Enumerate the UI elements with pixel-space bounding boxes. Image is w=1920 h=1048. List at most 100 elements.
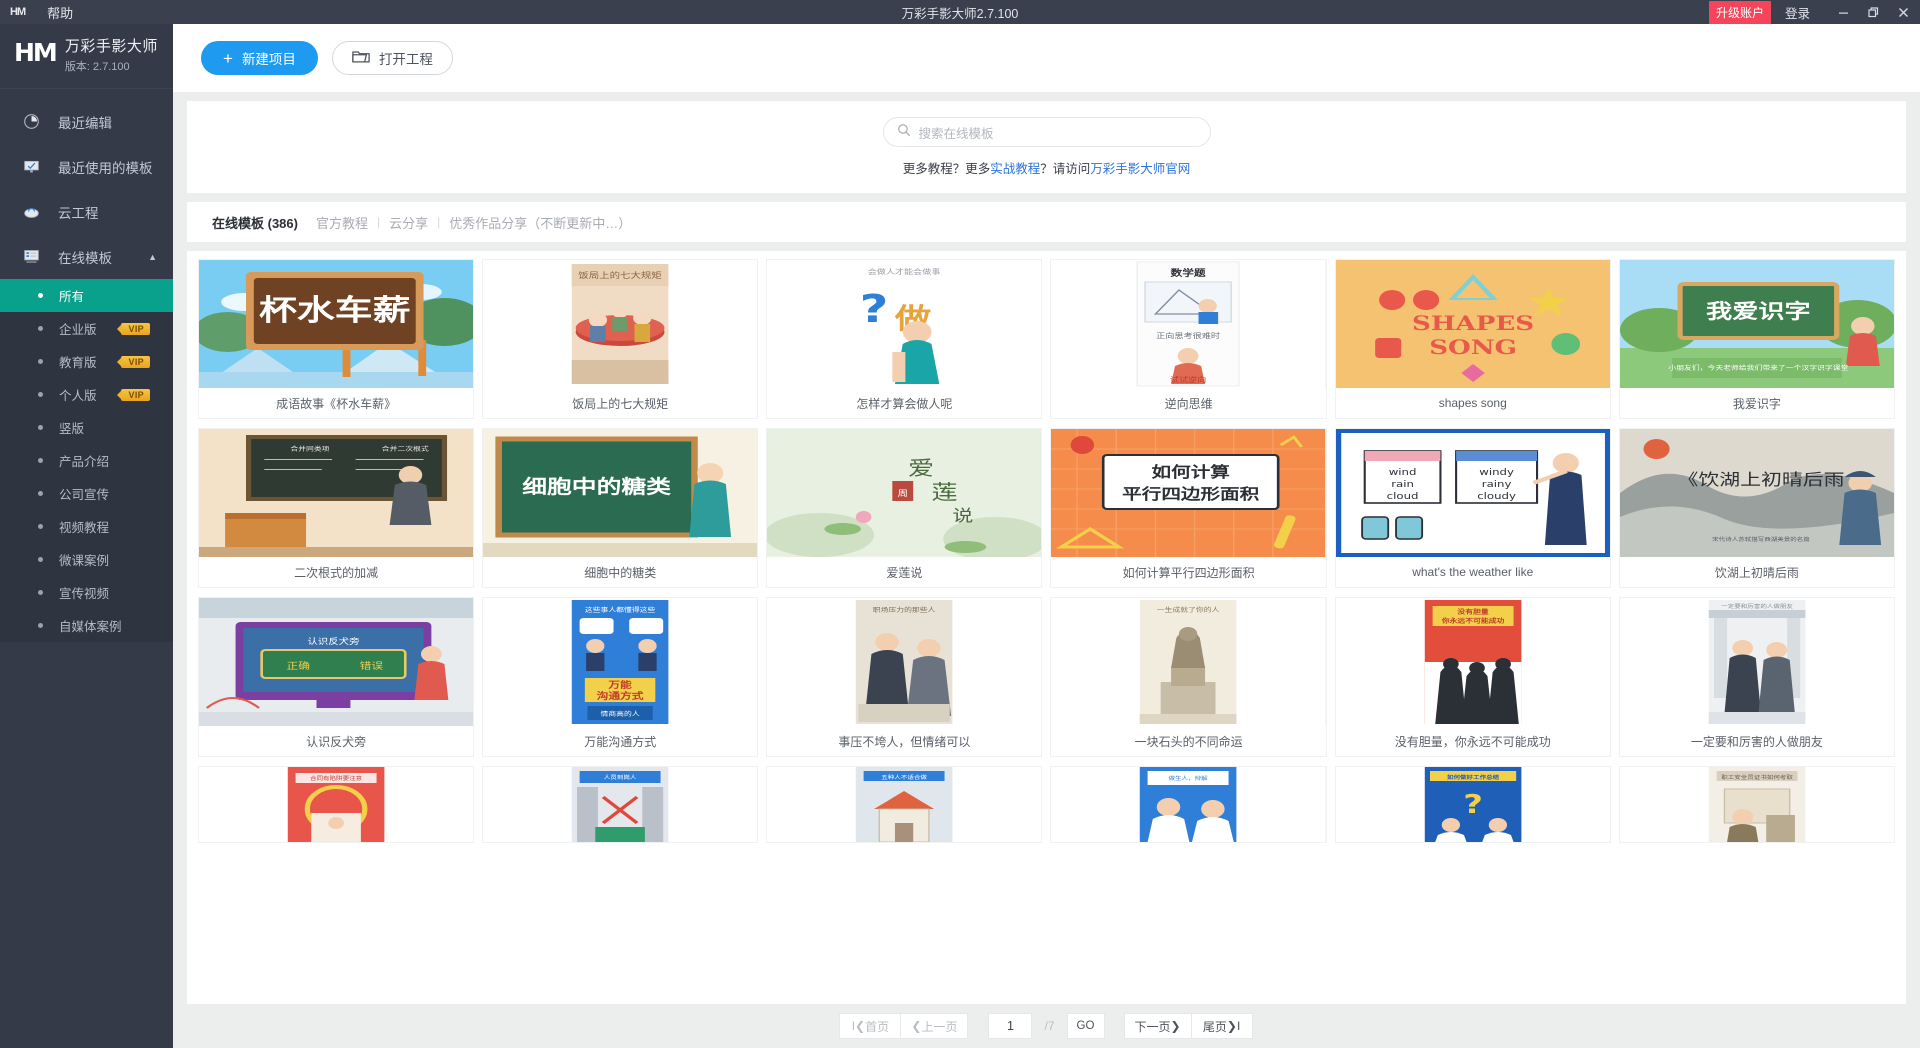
template-card[interactable]: 杯水车薪 成语故事《杯水车薪》 [199,260,474,418]
search-placeholder: 搜索在线模板 [918,126,994,141]
sidebar-subitem-label: 竖版 [59,422,85,437]
pager-prev-button[interactable]: ❮ 上一页 [900,1013,969,1039]
sidebar-subitem-label: 微课案例 [59,554,110,569]
svg-text:合并二次根式: 合并二次根式 [382,445,429,453]
upgrade-account-button[interactable]: 升级账户 [1708,0,1771,24]
page-number-input[interactable] [988,1013,1033,1039]
toolbar: + 新建项目 打开工程 [173,24,1920,92]
new-project-button[interactable]: + 新建项目 [201,41,318,75]
sidebar-item-enterprise[interactable]: 企业版 VIP [0,312,173,345]
pager-last-button[interactable]: 尾页 ❯I [1190,1013,1253,1039]
template-title: 逆向思维 [1164,396,1213,411]
template-card[interactable]: SHAPES SONG shapes song [1335,260,1610,418]
template-card[interactable]: 我爱识字 小朋友们，今天老师给我们带来了一个汉字识字课堂 我爱识字 [1619,260,1894,418]
svg-text:如何计算: 如何计算 [1152,463,1230,481]
practical-tutorial-link[interactable]: 实战教程 [990,162,1040,176]
template-thumbnail: 职工安全员证书如何考取 [1619,767,1894,842]
svg-text:你永远不可能成功: 你永远不可能成功 [1440,617,1504,625]
tab-excellent-works[interactable]: 优秀作品分享（不断更新中…） [440,213,640,232]
template-card[interactable]: 数学题 正向思考很难时 试试逆向 逆向思维 [1051,260,1326,418]
template-card[interactable]: 一生成就了你的人 一块石头的不同命运 [1051,598,1326,756]
sidebar-item-all[interactable]: 所有 [0,279,173,313]
template-card[interactable]: 《饮湖上初晴后雨 宋代诗人苏轼描写西湖美景的名篇 饮湖上初晴后雨 [1619,429,1894,587]
app-logo: HM [14,38,58,67]
tutorial-prefix: 更多教程？更多 [902,162,991,176]
sidebar-item-online-templates[interactable]: 在线模板 ▲ [0,234,173,279]
template-card[interactable]: 五种人不适合做 [767,767,1042,842]
sidebar-item-recent-templates[interactable]: 最近使用的模板 [0,144,173,189]
sidebar-item-vertical[interactable]: 竖版 [0,411,173,444]
close-icon[interactable] [1888,0,1918,24]
svg-text:一定要和厉害的人做朋友: 一定要和厉害的人做朋友 [1721,603,1793,610]
sidebar-item-microcourse[interactable]: 微课案例 [0,543,173,576]
pager-first-button[interactable]: I❮ 首页 [839,1013,902,1039]
pager-next-label: 下一页 [1134,1019,1171,1034]
template-thumbnail: 合并同类项 合并二次根式 [199,429,474,557]
menu-help[interactable]: 帮助 [37,3,83,22]
pager-prev-label: 上一页 [921,1019,958,1034]
template-card[interactable]: 职工安全员证书如何考取 [1619,767,1894,842]
template-card[interactable]: 一定要和厉害的人做朋友 一定要和厉害的人做朋友 [1619,598,1894,756]
cloud-icon [22,203,40,221]
tab-online-templates[interactable]: 在线模板 (386) [203,213,307,232]
sidebar-item-recent-edits[interactable]: 最近编辑 [0,99,173,144]
svg-text:小朋友们，今天老师给我们带来了一个汉字识字课堂: 小朋友们，今天老师给我们带来了一个汉字识字课堂 [1668,364,1848,372]
tab-cloud-share[interactable]: 云分享 [380,213,437,232]
search-input[interactable]: 搜索在线模板 [882,117,1211,147]
svg-text:这些事人都懂得这些: 这些事人都懂得这些 [585,606,655,614]
double-right-icon: ❯I [1226,1019,1241,1033]
open-project-label: 打开工程 [378,52,433,67]
sidebar-item-self-media[interactable]: 自媒体案例 [0,609,173,642]
open-project-button[interactable]: 打开工程 [331,41,453,75]
titlebar-controls: 升级账户 登录 [1708,0,1920,24]
template-title: 怎样才算会做人呢 [856,396,953,411]
template-card[interactable]: 饭局上的七大规矩 饭局上的七大规矩 [483,260,758,418]
tutorial-line: 更多教程？更多实战教程？请访问万彩手影大师官网 [903,158,1191,177]
pager-left-group: I❮ 首页 ❮ 上一页 [839,1013,969,1039]
template-card[interactable]: 人员到岗人 [483,767,758,842]
svg-text:杯水车薪: 杯水车薪 [259,293,410,327]
sidebar-item-education[interactable]: 教育版 VIP [0,345,173,378]
minimize-icon[interactable] [1828,0,1858,24]
sidebar-item-cloud-projects[interactable]: 云工程 [0,189,173,234]
template-card[interactable]: 会做人才能会做事 ? 做 怎样才算会做人呢 [767,260,1042,418]
template-card[interactable]: 细胞中的糖类 细胞中的糖类 [483,429,758,587]
template-thumbnail: 认识反犬旁 正确 错误 [199,598,474,726]
template-card[interactable]: 认识反犬旁 正确 错误 认识反犬旁 [199,598,474,756]
pager-next-button[interactable]: 下一页 ❯ [1123,1013,1192,1039]
svg-text:人员到岗人: 人员到岗人 [604,775,637,781]
app-name: 万彩手影大师 [64,38,158,55]
sidebar-item-video-tutorial[interactable]: 视频教程 [0,510,173,543]
template-card[interactable]: 合同有陷阱要注意 [199,767,474,842]
svg-text:五种人不适合做: 五种人不适合做 [882,774,928,781]
template-card[interactable]: 做生人，辩解 [1051,767,1326,842]
tab-official-tutorial[interactable]: 官方教程 [307,213,377,232]
template-card[interactable]: 合并同类项 合并二次根式 二次根式的加减 [199,429,474,587]
sidebar-subitem-label: 所有 [59,290,85,305]
restore-icon[interactable] [1858,0,1888,24]
template-card[interactable]: 如何计算 平行四边形面积 如何计算平行四边形面积 [1051,429,1326,587]
bullet-icon [38,458,43,464]
svg-text:cloudy: cloudy [1477,491,1516,501]
sidebar-item-product-intro[interactable]: 产品介绍 [0,444,173,477]
bullet-icon [38,425,43,431]
template-title: shapes song [1438,396,1507,410]
tutorial-middle: ？请访问 [1040,162,1091,176]
template-card[interactable]: 没有胆量 你永远不可能成功 没有胆量，你永远不可能成功 [1335,598,1610,756]
template-title: 一块石头的不同命运 [1134,734,1243,749]
template-card[interactable]: 职场压力的那些人 事压不垮人，但情绪可以 [767,598,1042,756]
sidebar-item-promo-video[interactable]: 宣传视频 [0,576,173,609]
chevron-up-icon[interactable]: ▲ [148,252,157,262]
template-card[interactable]: wind rain cloud windy rainy cloudy what'… [1335,429,1610,587]
sidebar-subitem-label: 企业版 [59,323,97,338]
template-card[interactable]: 如何做好工作总结 ? [1335,767,1610,842]
app-logo-small: HM [10,6,26,18]
template-card[interactable]: 爱 莲 说 周 爱莲说 [767,429,1042,587]
login-button[interactable]: 登录 [1785,3,1810,22]
sidebar-item-company-promo[interactable]: 公司宣传 [0,477,173,510]
sidebar-item-personal[interactable]: 个人版 VIP [0,378,173,411]
template-card[interactable]: 这些事人都懂得这些 万能 沟通方式 情商高的人 万能沟通方式 [483,598,758,756]
pager-go-button[interactable]: GO [1066,1013,1105,1039]
official-website-link[interactable]: 万彩手影大师官网 [1090,162,1190,176]
sidebar-item-label: 在线模板 [58,250,112,266]
